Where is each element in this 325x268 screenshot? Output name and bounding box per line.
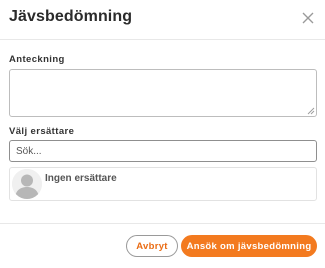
note-label: Anteckning [9,54,65,65]
list-item-no-substitute[interactable]: Ingen ersättare [10,168,316,200]
substitute-search-input[interactable] [9,140,317,162]
substitute-list: Ingen ersättare [9,167,317,201]
cancel-button[interactable]: Avbryt [126,235,178,257]
footer-divider [0,223,325,224]
note-textarea[interactable] [9,69,317,117]
substitute-label: Välj ersättare [9,126,75,137]
avatar-placeholder-icon [12,169,42,199]
close-icon[interactable] [300,10,316,26]
apply-button[interactable]: Ansök om jävsbedömning [181,235,317,257]
dialog-title: Jävsbedömning [9,8,133,25]
list-item-label: Ingen ersättare [45,173,117,184]
dialog: Jävsbedömning Anteckning Välj ersättare … [0,0,325,268]
dialog-header: Jävsbedömning [0,0,325,40]
